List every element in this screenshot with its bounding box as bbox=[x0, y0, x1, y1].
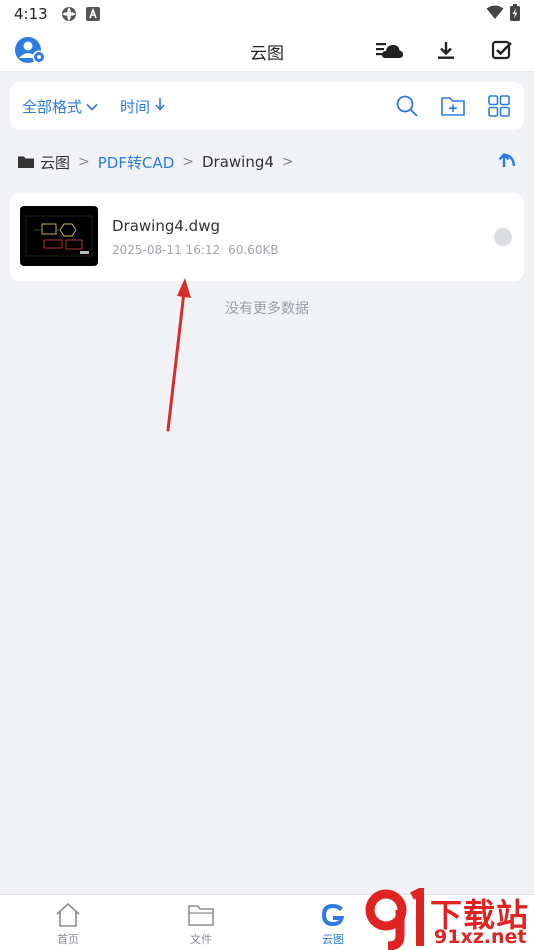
file-date: 2025-08-11 16:12 bbox=[112, 243, 221, 257]
file-thumbnail bbox=[20, 206, 98, 266]
list-end-text: 没有更多数据 bbox=[225, 301, 309, 317]
cloud-sync-icon[interactable] bbox=[376, 38, 404, 62]
battery-charging-icon bbox=[510, 3, 520, 25]
breadcrumb-item-current: Drawing4 bbox=[202, 153, 274, 171]
chevron-down-icon bbox=[86, 97, 98, 115]
watermark: 下载站 91xz.net bbox=[364, 888, 534, 950]
breadcrumb: 云图 > PDF转CAD > Drawing4 > bbox=[18, 150, 516, 174]
tab-cloud[interactable]: 云图 bbox=[293, 901, 373, 947]
grid-view-icon[interactable] bbox=[486, 93, 512, 119]
folder-icon bbox=[186, 901, 216, 929]
file-select-radio[interactable] bbox=[494, 228, 512, 246]
multi-select-icon[interactable] bbox=[488, 38, 516, 62]
chevron-right-icon: > bbox=[281, 154, 294, 170]
file-meta: 2025-08-11 16:12 60.60KB bbox=[112, 243, 287, 257]
annotation-arrow-icon bbox=[166, 278, 191, 432]
search-icon[interactable] bbox=[394, 93, 420, 119]
watermark-url: 91xz.net bbox=[434, 926, 527, 948]
breadcrumb-item-pdf-to-cad[interactable]: PDF转CAD bbox=[98, 152, 175, 173]
chevron-right-icon: > bbox=[78, 154, 90, 170]
chevron-right-icon: > bbox=[182, 154, 194, 170]
file-name: Drawing4.dwg bbox=[112, 217, 220, 235]
wifi-icon bbox=[486, 5, 504, 24]
cloud-logo-icon bbox=[318, 901, 348, 929]
keyboard-a-icon bbox=[85, 7, 100, 21]
breadcrumb-item-cloud[interactable]: 云图 bbox=[40, 152, 70, 173]
new-folder-icon[interactable] bbox=[440, 93, 466, 119]
folder-icon bbox=[18, 155, 34, 169]
sort-time-button[interactable]: 时间 bbox=[120, 96, 166, 117]
tab-cloud-label: 云图 bbox=[322, 933, 344, 946]
status-bar: 4:13 bbox=[0, 0, 534, 28]
arrow-down-icon bbox=[154, 97, 166, 115]
sort-label: 时间 bbox=[120, 97, 151, 116]
app-notification-icon bbox=[60, 5, 78, 23]
file-list-item[interactable]: Drawing4.dwg 2025-08-11 16:12 60.60KB bbox=[10, 193, 524, 281]
file-size: 60.60KB bbox=[228, 243, 279, 257]
download-icon[interactable] bbox=[432, 38, 460, 62]
format-filter-dropdown[interactable]: 全部格式 bbox=[22, 96, 98, 117]
app-header: 云图 bbox=[0, 28, 534, 72]
tab-files[interactable]: 文件 bbox=[161, 901, 241, 947]
navigate-up-icon[interactable] bbox=[498, 151, 516, 173]
home-icon bbox=[53, 901, 83, 929]
filter-bar: 全部格式 时间 bbox=[10, 82, 524, 130]
watermark-logo-icon bbox=[365, 888, 424, 950]
tab-home-label: 首页 bbox=[57, 933, 79, 946]
tab-files-label: 文件 bbox=[190, 933, 212, 946]
status-time: 4:13 bbox=[14, 5, 48, 23]
tab-home[interactable]: 首页 bbox=[28, 901, 108, 947]
format-filter-label: 全部格式 bbox=[22, 97, 83, 116]
